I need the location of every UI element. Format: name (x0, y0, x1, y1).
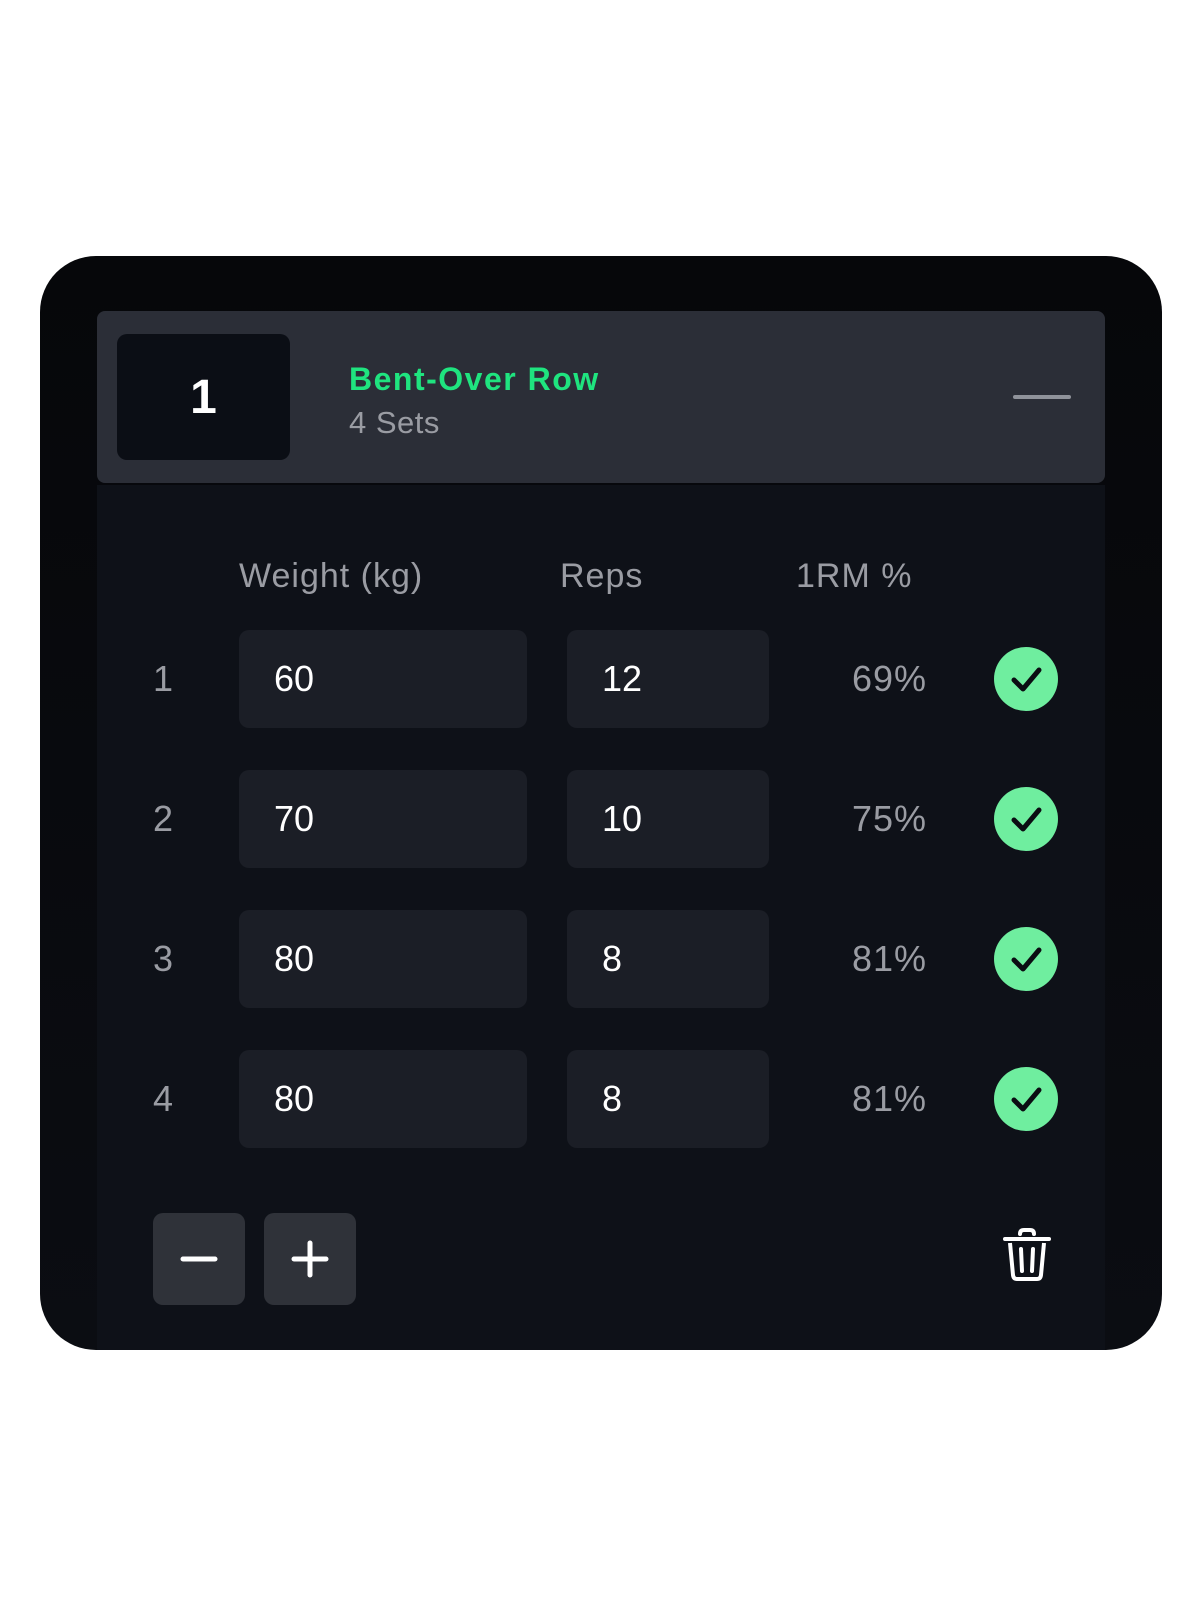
set-number: 4 (153, 1078, 174, 1119)
onerm-percent: 69% (851, 658, 927, 699)
set-number: 3 (153, 938, 174, 979)
plus-icon (291, 1240, 329, 1278)
sets-count: 4 Sets (349, 405, 440, 440)
set-number: 2 (153, 798, 174, 839)
add-set-button[interactable] (264, 1213, 356, 1305)
weight-input[interactable]: 80 (239, 1050, 527, 1148)
delete-exercise-button[interactable] (995, 1223, 1059, 1287)
onerm-percent: 75% (851, 798, 927, 839)
set-row: 4 80 8 81% (97, 1050, 1105, 1148)
onerm-percent: 81% (851, 938, 927, 979)
set-row: 1 60 12 69% (97, 630, 1105, 728)
onerm-percent: 81% (851, 1078, 927, 1119)
check-icon (1011, 947, 1042, 972)
set-number: 1 (153, 658, 174, 699)
column-header-reps: Reps (560, 557, 644, 595)
check-icon (1011, 807, 1042, 832)
set-row: 3 80 8 81% (97, 910, 1105, 1008)
check-icon (1011, 1087, 1042, 1112)
minus-icon (1013, 395, 1071, 399)
exercise-title: Bent-Over Row (349, 361, 600, 397)
complete-set-button[interactable] (994, 787, 1058, 851)
check-icon (1011, 667, 1042, 692)
complete-set-button[interactable] (994, 927, 1058, 991)
collapse-button[interactable] (1009, 385, 1075, 409)
remove-set-button[interactable] (153, 1213, 245, 1305)
complete-set-button[interactable] (994, 647, 1058, 711)
exercise-header: 1 Bent-Over Row 4 Sets (97, 311, 1105, 483)
weight-input[interactable]: 70 (239, 770, 527, 868)
trash-icon (1003, 1228, 1051, 1281)
complete-set-button[interactable] (994, 1067, 1058, 1131)
reps-input[interactable]: 8 (567, 910, 769, 1008)
weight-input[interactable]: 60 (239, 630, 527, 728)
exercise-number: 1 (117, 334, 290, 460)
reps-input[interactable]: 12 (567, 630, 769, 728)
exercise-card: 1 Bent-Over Row 4 Sets Weight (kg) Reps … (40, 256, 1162, 1350)
column-header-weight: Weight (kg) (239, 557, 424, 595)
sets-panel: Weight (kg) Reps 1RM % 1 60 12 69% 2 70 … (97, 485, 1105, 1350)
set-row: 2 70 10 75% (97, 770, 1105, 868)
column-header-1rm: 1RM % (796, 557, 913, 595)
weight-input[interactable]: 80 (239, 910, 527, 1008)
reps-input[interactable]: 10 (567, 770, 769, 868)
minus-icon (180, 1256, 218, 1262)
reps-input[interactable]: 8 (567, 1050, 769, 1148)
